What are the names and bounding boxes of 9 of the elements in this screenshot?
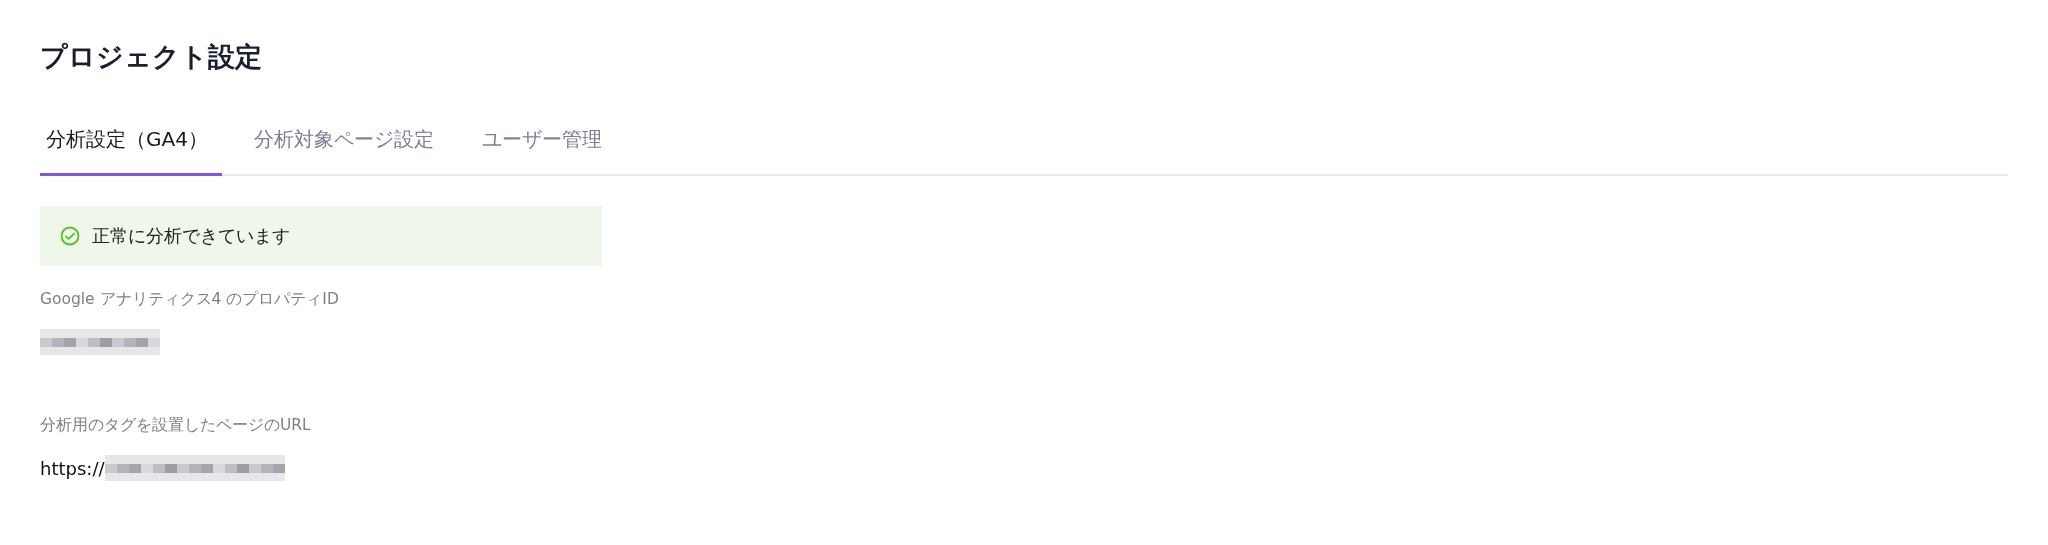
tab[interactable]: 分析設定（GA4） [40,118,222,176]
field-label: 分析用のタグを設置したページのURL [40,415,312,436]
status-message: 正常に分析できています [92,224,290,248]
tab[interactable]: 分析対象ページ設定 [247,118,450,176]
tab[interactable]: ユーザー管理 [475,118,618,176]
field-value: https:// [40,457,105,479]
check-circle-icon [60,226,80,246]
page-title: プロジェクト設定 [40,40,263,74]
field-label: Google アナリティクス4 のプロパティID [40,289,340,310]
